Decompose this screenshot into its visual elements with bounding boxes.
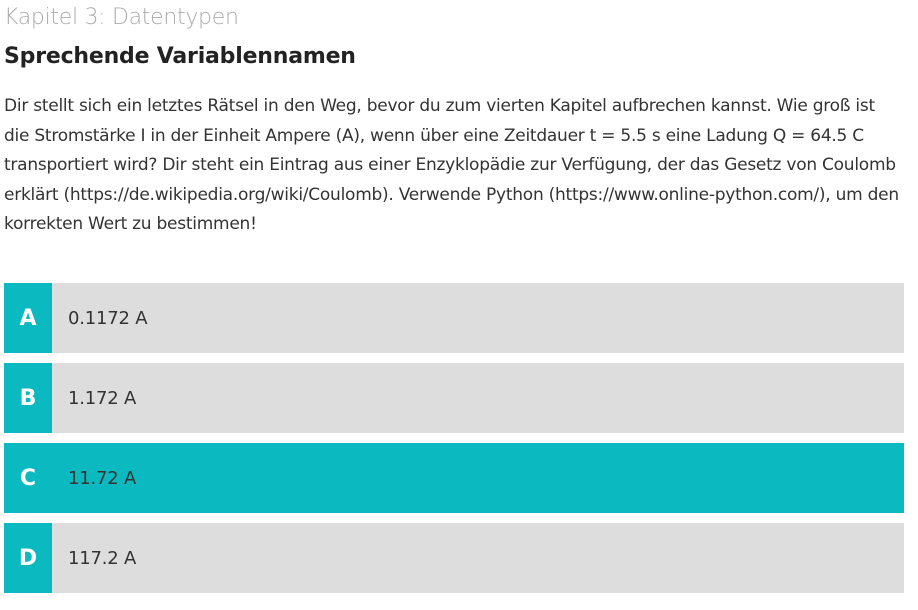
quiz-page: Kapitel 3: Datentypen Sprechende Variabl… <box>0 0 918 240</box>
question-text: Dir stellt sich ein letztes Rätsel in de… <box>4 96 899 234</box>
chapter-label: Kapitel 3: Datentypen <box>4 5 239 30</box>
answer-option-d[interactable]: D 117.2 A <box>4 523 904 593</box>
page-title: Sprechende Variablennamen <box>4 44 356 69</box>
answer-option-b[interactable]: B 1.172 A <box>4 363 904 433</box>
answer-list: A 0.1172 A B 1.172 A C 11.72 A D 117.2 A <box>4 283 904 603</box>
answer-text: 11.72 A <box>68 467 137 489</box>
answer-letter: A <box>4 283 52 353</box>
answer-letter: B <box>4 363 52 433</box>
answer-letter: C <box>4 443 52 513</box>
answer-option-c[interactable]: C 11.72 A <box>4 443 904 513</box>
answer-option-a[interactable]: A 0.1172 A <box>4 283 904 353</box>
answer-text: 0.1172 A <box>68 307 148 329</box>
answer-text: 117.2 A <box>68 547 137 569</box>
answer-text: 1.172 A <box>68 387 137 409</box>
answer-letter: D <box>4 523 52 593</box>
